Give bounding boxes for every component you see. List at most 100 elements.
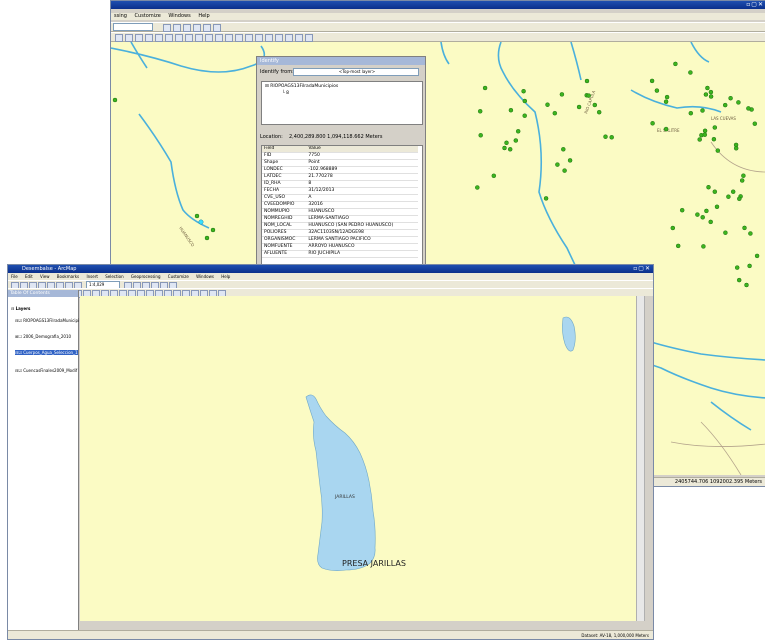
map-point[interactable] [673,61,678,67]
map-point[interactable] [730,189,736,194]
bg-tool-icon[interactable] [183,24,191,32]
map-point[interactable] [513,138,519,143]
map-point[interactable] [521,88,526,94]
bg-scale-combo[interactable] [113,23,153,31]
bg-tool-icon[interactable] [235,34,243,42]
map-point[interactable] [204,235,210,241]
map-point[interactable] [708,94,714,99]
map-point[interactable] [700,108,705,113]
bg-tool-icon[interactable] [245,34,253,42]
map-point[interactable] [737,196,742,202]
map-point[interactable] [112,97,118,103]
map-point[interactable] [728,95,733,101]
bg-tool-icon[interactable] [163,24,171,32]
map-point[interactable] [752,121,758,126]
map-point[interactable] [747,263,752,269]
bg-tool-icon[interactable] [195,34,203,42]
map-point[interactable] [744,282,749,288]
toc-layer-item[interactable]: ⊞☐ 2006_Demografia_2010 [15,334,71,339]
map-point[interactable] [739,178,745,183]
toc-item-layers[interactable]: ⊟ Layers [11,306,30,311]
map-point[interactable] [701,244,706,249]
fg-menu-item[interactable]: View [40,274,50,279]
fg-menu-item[interactable]: Geoprocessing [131,274,161,279]
identify-attribute-table[interactable]: Field Value FID 7750 Shape Point LONDEC -10… [261,145,423,269]
map-point[interactable] [555,162,560,167]
table-row[interactable]: ID_RHA 8 [262,180,418,188]
bg-tool-icon[interactable] [225,34,233,42]
table-row[interactable]: LONDEC -102.968889 [262,166,418,174]
fg-menu-item[interactable]: Customize [168,274,189,279]
map-point[interactable] [708,219,713,225]
map-point[interactable] [477,109,483,114]
bg-tool-icon[interactable] [185,34,193,42]
fg-menu-item[interactable]: Bookmarks [57,274,79,279]
fg-menu-item[interactable]: Help [221,274,230,279]
map-point[interactable] [688,70,693,75]
table-row[interactable]: NOMFUENTE ARROYO HUANUSCO [262,243,418,251]
identify-tree-root[interactable]: ⊟ RIOPOAGS13FilradaMunicipios [265,84,338,89]
map-point[interactable] [670,225,676,231]
map-point[interactable] [543,196,549,201]
map-point[interactable] [475,185,480,190]
map-point[interactable] [561,147,566,152]
map-point[interactable] [663,99,669,104]
map-point[interactable] [754,253,760,259]
map-point[interactable] [695,212,700,217]
bg-tool-icon[interactable] [285,34,293,42]
toc-layer-item[interactable]: ⊟☑ RIOPOAGS13FilradaMunicipi [15,318,79,323]
bg-tool-icon[interactable] [145,34,153,42]
map-point[interactable] [663,126,669,132]
fg-window-controls[interactable]: ▫▢✕ [633,265,651,273]
bg-tool-icon[interactable] [175,34,183,42]
map-point[interactable] [704,208,709,214]
table-row[interactable]: LATDEC 21.770278 [262,173,418,181]
map-point[interactable] [726,194,731,199]
table-row[interactable]: CVE_USO A [262,194,418,202]
map-point[interactable] [734,265,740,270]
bg-tool-icon[interactable] [205,34,213,42]
map-point[interactable] [746,106,751,111]
map-point[interactable] [478,133,483,138]
table-row[interactable]: NOMREGHID LERMA-SANTIAGO [262,215,418,223]
bg-tool-icon[interactable] [213,24,221,32]
map-point[interactable] [702,132,708,137]
fg-menu-item[interactable]: Insert [86,274,97,279]
bg-menu-item[interactable]: Help [198,13,209,19]
map-point[interactable] [714,204,720,210]
map-point[interactable] [708,89,714,95]
bg-tool-icon[interactable] [165,34,173,42]
map-point[interactable] [654,88,660,93]
map-point[interactable] [715,148,721,153]
map-point[interactable] [584,78,590,84]
map-point[interactable] [679,207,685,213]
table-row[interactable]: Shape Point [262,159,418,167]
identify-tree-child[interactable]: └ 8 [282,91,289,96]
map-point[interactable] [502,145,507,151]
map-point[interactable] [736,100,741,105]
map-point[interactable] [741,173,746,178]
identify-tree[interactable]: ⊟ RIOPOAGS13FilradaMunicipios └ 8 [261,81,423,125]
map-point[interactable] [515,129,521,134]
bg-tool-icon[interactable] [295,34,303,42]
bg-tool-icon[interactable] [115,34,123,42]
map-point[interactable] [194,213,200,219]
map-vertical-scrollbar[interactable] [636,296,644,621]
map-point[interactable] [522,98,528,104]
map-point[interactable] [703,92,709,97]
fg-menu-item[interactable]: Windows [196,274,214,279]
bg-tool-icon[interactable] [215,34,223,42]
bg-tool-icon[interactable] [265,34,273,42]
map-point[interactable] [522,113,527,118]
fg-map-view[interactable]: JARILLAS PRESA JARILLAS [80,296,636,621]
map-point[interactable] [712,125,718,130]
table-row[interactable]: FID 7750 [262,152,418,160]
selected-point[interactable] [198,219,204,225]
map-point[interactable] [545,102,550,107]
map-point[interactable] [733,146,739,151]
bg-tool-icon[interactable] [125,34,133,42]
bg-tool-icon[interactable] [173,24,181,32]
map-point[interactable] [576,104,582,110]
fg-menu-item[interactable]: Edit [25,274,33,279]
map-point[interactable] [664,94,670,100]
